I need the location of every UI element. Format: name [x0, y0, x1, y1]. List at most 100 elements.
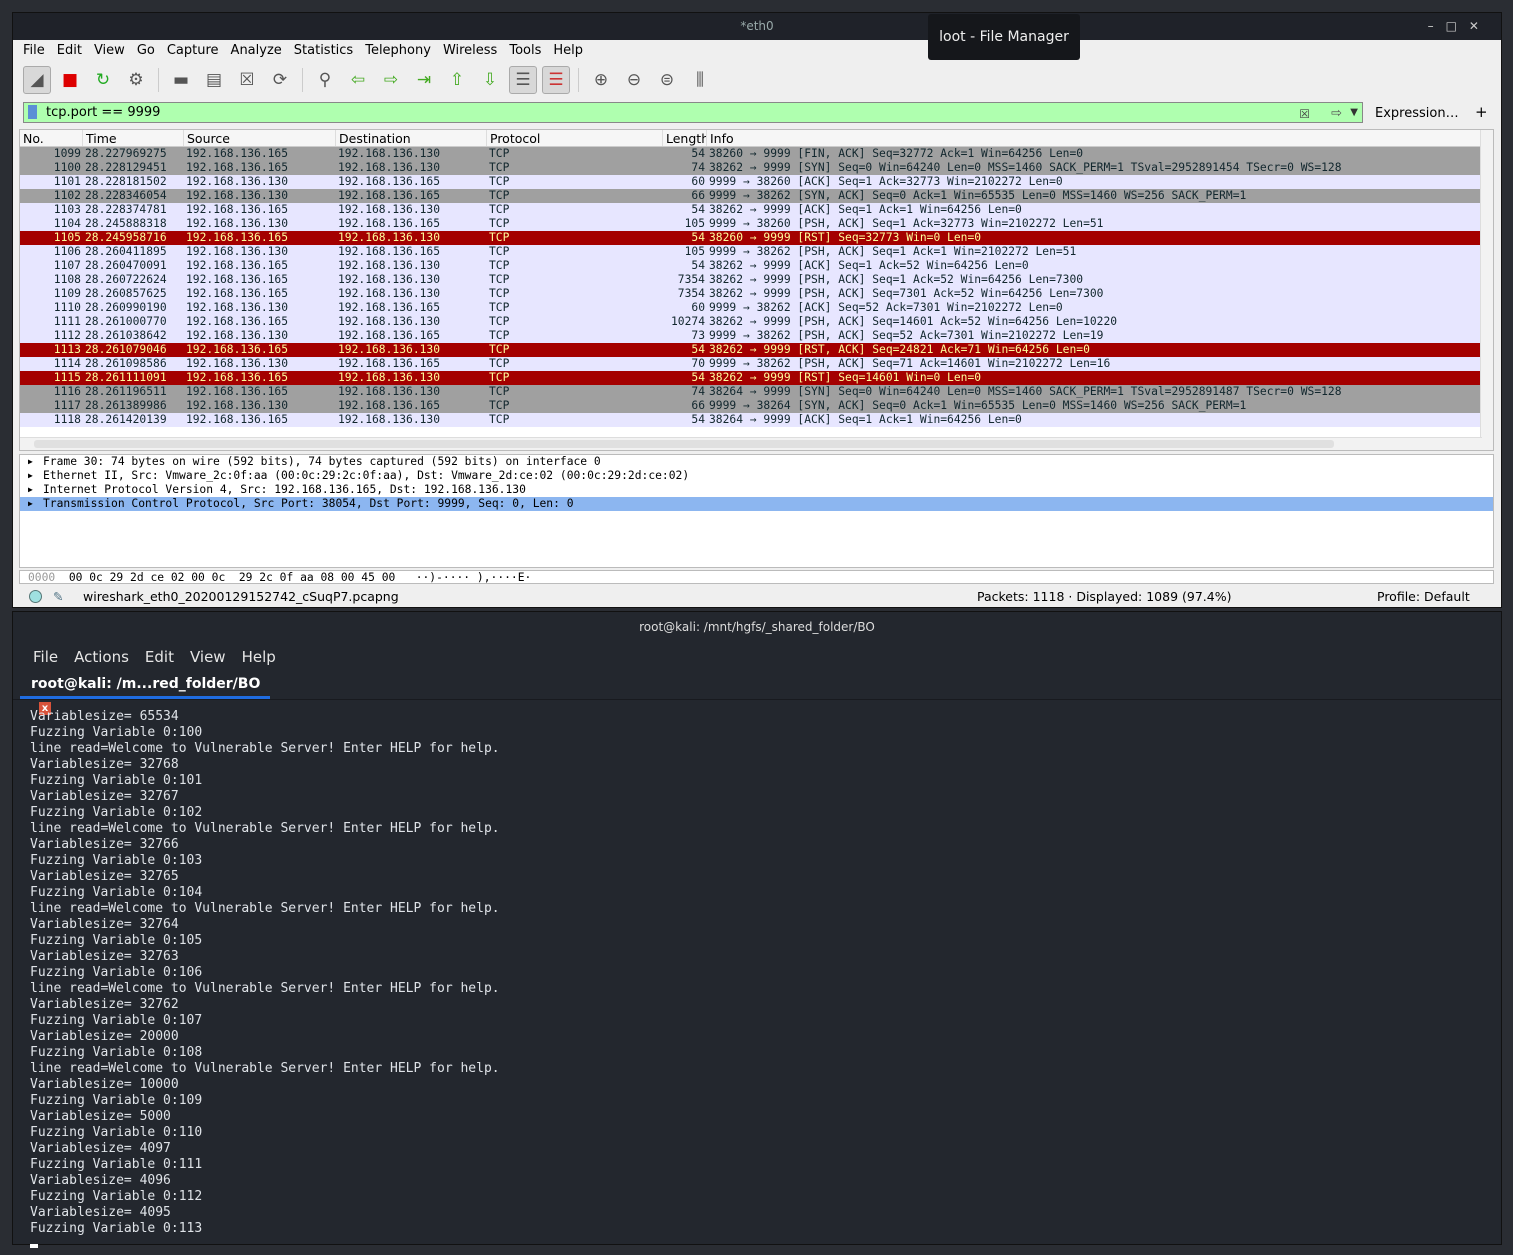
window-controls[interactable]: –□✕ — [1428, 13, 1491, 39]
detail-tree-item[interactable]: ▶ Transmission Control Protocol, Src Port… — [20, 497, 1493, 511]
packet-row[interactable]: 1105 28.245958716 192.168.136.165 192.168.1… — [20, 231, 1493, 245]
terminal-menu-file[interactable]: File — [33, 648, 58, 666]
terminal-tab-label: root@kali: /m...red_folder/BO — [31, 676, 261, 692]
zoom-in-icon[interactable]: ⊕ — [587, 66, 615, 94]
packet-row[interactable]: 1114 28.261098586 192.168.136.130 192.168.1… — [20, 357, 1493, 371]
menu-statistics[interactable]: Statistics — [294, 43, 353, 58]
packet-row[interactable]: 1112 28.261038642 192.168.136.130 192.168.1… — [20, 329, 1493, 343]
find-icon[interactable]: ⚲ — [311, 66, 339, 94]
packet-row[interactable]: 1116 28.261196511 192.168.136.165 192.168.1… — [20, 385, 1493, 399]
resize-columns-icon[interactable]: ⫼ — [686, 66, 714, 94]
packet-row[interactable]: 1118 28.261420139 192.168.136.165 192.168.1… — [20, 413, 1493, 427]
reload-icon[interactable]: ⟳ — [266, 66, 294, 94]
hex-offset: 0000 — [28, 571, 56, 584]
column-header-no[interactable]: No. — [20, 130, 83, 146]
packet-details[interactable]: ▶ Frame 30: 74 bytes on wire (592 bits), … — [19, 454, 1494, 568]
capture-comment-icon[interactable]: ✎ — [53, 587, 63, 606]
horizontal-scrollbar[interactable] — [20, 437, 1482, 450]
display-filter-input[interactable]: tcp.port == 9999 ☒ ⇨ ▼ — [23, 102, 1363, 123]
expand-arrow-icon[interactable]: ▶ — [28, 483, 33, 497]
packet-row[interactable]: 1099 28.227969275 192.168.136.165 192.168.1… — [20, 147, 1493, 161]
shark-fin-icon[interactable]: ◢ — [23, 66, 51, 94]
packet-cell-destination: 192.168.136.130 — [338, 315, 441, 328]
column-header-destination[interactable]: Destination — [336, 130, 487, 146]
packet-row[interactable]: 1106 28.260411895 192.168.136.130 192.168.1… — [20, 245, 1493, 259]
packet-row[interactable]: 1101 28.228181502 192.168.136.130 192.168.1… — [20, 175, 1493, 189]
terminal-menu-help[interactable]: Help — [242, 648, 276, 666]
packet-row[interactable]: 1111 28.261000770 192.168.136.165 192.168.1… — [20, 315, 1493, 329]
column-header-length[interactable]: Length — [663, 130, 707, 146]
packet-bytes[interactable]: 0000 00 0c 29 2d ce 02 00 0c 29 2c 0f aa… — [19, 570, 1494, 584]
filter-history-dropdown-icon[interactable]: ▼ — [1350, 103, 1358, 122]
packet-row[interactable]: 1113 28.261079046 192.168.136.165 192.168.1… — [20, 343, 1493, 357]
packet-list[interactable]: No. Time Source Destination Protocol Length In… — [19, 129, 1494, 451]
packet-row[interactable]: 1102 28.228346054 192.168.136.130 192.168.1… — [20, 189, 1493, 203]
menu-capture[interactable]: Capture — [167, 43, 219, 58]
packet-row[interactable]: 1103 28.228374781 192.168.136.165 192.168.1… — [20, 203, 1493, 217]
packet-row[interactable]: 1104 28.245888318 192.168.136.130 192.168.1… — [20, 217, 1493, 231]
save-file-icon[interactable]: ▤ — [200, 66, 228, 94]
vertical-scrollbar[interactable] — [1480, 130, 1493, 450]
go-to-packet-icon[interactable]: ⇥ — [410, 66, 438, 94]
detail-tree-item[interactable]: ▶ Frame 30: 74 bytes on wire (592 bits), … — [20, 455, 1493, 469]
terminal-menu-view[interactable]: View — [190, 648, 226, 666]
expand-arrow-icon[interactable]: ▶ — [28, 455, 33, 469]
menu-file[interactable]: File — [23, 43, 45, 58]
menu-edit[interactable]: Edit — [57, 43, 82, 58]
packet-row[interactable]: 1108 28.260722624 192.168.136.165 192.168.1… — [20, 273, 1493, 287]
terminal-tab[interactable]: root@kali: /m...red_folder/BOx — [20, 672, 270, 715]
zoom-out-icon[interactable]: ⊖ — [620, 66, 648, 94]
menu-wireless[interactable]: Wireless — [443, 43, 497, 58]
packet-row[interactable]: 1100 28.228129451 192.168.136.165 192.168.1… — [20, 161, 1493, 175]
options-gear-icon[interactable]: ⚙ — [122, 66, 150, 94]
autoscroll-icon[interactable]: ☰ — [509, 66, 537, 94]
add-filter-button[interactable]: + — [1475, 103, 1488, 121]
terminal-line: Fuzzing Variable 0:111 — [30, 1157, 203, 1172]
terminal-menu-actions[interactable]: Actions — [74, 648, 129, 666]
menu-analyze[interactable]: Analyze — [231, 43, 282, 58]
packet-cell-destination: 192.168.136.165 — [338, 189, 441, 202]
open-folder-icon[interactable]: ▬ — [167, 66, 195, 94]
expand-arrow-icon[interactable]: ▶ — [28, 497, 33, 511]
bookmark-icon[interactable] — [28, 105, 37, 119]
colorize-icon[interactable]: ☰ — [542, 66, 570, 94]
terminal-line: Fuzzing Variable 0:106 — [30, 965, 203, 980]
expert-info-icon[interactable] — [29, 590, 42, 603]
packet-row[interactable]: 1109 28.260857625 192.168.136.165 192.168.1… — [20, 287, 1493, 301]
stop-icon[interactable]: ■ — [56, 66, 84, 94]
packet-cell-info: 9999 → 38262 [PSH, ACK] Seq=1 Ack=1 Win=… — [709, 245, 1077, 258]
clear-filter-icon[interactable]: ☒ — [1299, 105, 1310, 124]
column-header-time[interactable]: Time — [83, 130, 184, 146]
expression-button[interactable]: Expression… — [1375, 106, 1459, 121]
menu-tools[interactable]: Tools — [509, 43, 541, 58]
restart-icon[interactable]: ↻ — [89, 66, 117, 94]
terminal-menu-edit[interactable]: Edit — [145, 648, 174, 666]
profile-label[interactable]: Profile: Default — [1377, 587, 1470, 606]
menu-help[interactable]: Help — [553, 43, 583, 58]
menu-telephony[interactable]: Telephony — [365, 43, 431, 58]
detail-tree-item[interactable]: ▶ Internet Protocol Version 4, Src: 192.1… — [20, 483, 1493, 497]
packet-cell-protocol: TCP — [489, 301, 510, 314]
apply-filter-icon[interactable]: ⇨ — [1331, 104, 1342, 123]
menu-view[interactable]: View — [94, 43, 125, 58]
terminal-line: Fuzzing Variable 0:112 — [30, 1189, 203, 1204]
packet-row[interactable]: 1117 28.261389986 192.168.136.130 192.168.1… — [20, 399, 1493, 413]
expand-arrow-icon[interactable]: ▶ — [28, 469, 33, 483]
menu-go[interactable]: Go — [137, 43, 155, 58]
column-header-source[interactable]: Source — [184, 130, 336, 146]
packet-row[interactable]: 1115 28.261111091 192.168.136.165 192.168.1… — [20, 371, 1493, 385]
forward-icon[interactable]: ⇨ — [377, 66, 405, 94]
detail-tree-item[interactable]: ▶ Ethernet II, Src: Vmware_2c:0f:aa (00:0… — [20, 469, 1493, 483]
packet-row[interactable]: 1110 28.260990190 192.168.136.130 192.168.1… — [20, 301, 1493, 315]
column-header-info[interactable]: Info — [707, 130, 1493, 146]
packet-cell-time: 28.228374781 — [85, 203, 167, 216]
back-icon[interactable]: ⇦ — [344, 66, 372, 94]
zoom-normal-icon[interactable]: ⊜ — [653, 66, 681, 94]
packet-row[interactable]: 1107 28.260470091 192.168.136.165 192.168.1… — [20, 259, 1493, 273]
close-file-icon[interactable]: ☒ — [233, 66, 261, 94]
column-header-protocol[interactable]: Protocol — [487, 130, 663, 146]
first-packet-icon[interactable]: ⇧ — [443, 66, 471, 94]
terminal-output[interactable]: Variablesize= 65534 Fuzzing Variable 0:10… — [30, 709, 500, 1253]
last-packet-icon[interactable]: ⇩ — [476, 66, 504, 94]
packet-cell-no: 1107 — [53, 259, 81, 272]
